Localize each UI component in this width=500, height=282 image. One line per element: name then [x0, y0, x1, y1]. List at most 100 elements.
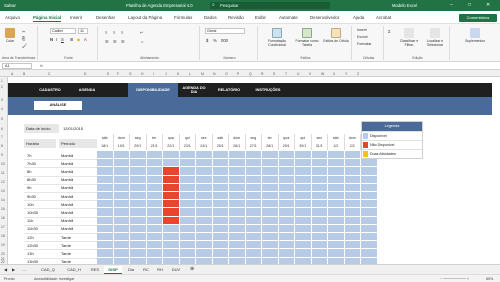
cut-icon[interactable]: ✂ [22, 29, 26, 34]
available-slot[interactable] [229, 192, 246, 201]
available-slot[interactable] [163, 159, 180, 168]
available-slot[interactable] [146, 208, 163, 217]
available-slot[interactable] [229, 241, 246, 250]
analise-tab[interactable]: ANÁLISE [34, 101, 82, 110]
available-slot[interactable] [361, 241, 378, 250]
underline-icon[interactable]: S [61, 37, 64, 42]
available-slot[interactable] [113, 208, 130, 217]
italic-icon[interactable]: I [56, 37, 57, 42]
available-slot[interactable] [113, 233, 130, 242]
nav-disponibilidade[interactable]: DISPONIBILIDADE [128, 83, 178, 97]
menu-inserir[interactable]: Inserir [70, 15, 82, 20]
column-header[interactable]: W [321, 72, 324, 76]
paste-button[interactable]: Colar [3, 28, 17, 43]
available-slot[interactable] [262, 151, 279, 160]
column-header[interactable]: V [309, 72, 311, 76]
available-slot[interactable] [146, 159, 163, 168]
wrap-text-icon[interactable]: ↵ [140, 30, 144, 35]
sheet-tab-rh[interactable]: RH [154, 266, 166, 274]
available-slot[interactable] [295, 216, 312, 225]
available-slot[interactable] [97, 183, 114, 192]
available-slot[interactable] [278, 216, 295, 225]
available-slot[interactable] [229, 233, 246, 242]
available-slot[interactable] [97, 159, 114, 168]
available-slot[interactable] [212, 200, 229, 209]
available-slot[interactable] [229, 151, 246, 160]
row-header[interactable]: 10 [1, 162, 5, 166]
period-cell[interactable]: Manhã [61, 169, 73, 174]
hour-cell[interactable]: 11h [27, 218, 33, 223]
name-box[interactable]: A1 [2, 63, 32, 69]
available-slot[interactable] [113, 167, 130, 176]
available-slot[interactable] [212, 167, 229, 176]
align-top-icon[interactable]: ≡ [105, 30, 107, 35]
available-slot[interactable] [344, 233, 361, 242]
available-slot[interactable] [130, 175, 147, 184]
unavailable-slot[interactable] [163, 200, 180, 209]
available-slot[interactable] [311, 192, 328, 201]
available-slot[interactable] [295, 151, 312, 160]
available-slot[interactable] [295, 249, 312, 258]
available-slot[interactable] [295, 192, 312, 201]
close-icon[interactable]: ✕ [486, 2, 490, 8]
available-slot[interactable] [196, 241, 213, 250]
hour-cell[interactable]: 12h30 [27, 243, 38, 248]
available-slot[interactable] [97, 216, 114, 225]
period-cell[interactable]: Manhã [61, 153, 73, 158]
available-slot[interactable] [311, 175, 328, 184]
nav-cadastro[interactable]: CADASTRO [32, 83, 68, 97]
available-slot[interactable] [146, 183, 163, 192]
align-right-icon[interactable]: ☰ [121, 39, 125, 44]
formula-input[interactable] [48, 63, 496, 69]
available-slot[interactable] [295, 233, 312, 242]
hour-cell[interactable]: 8h [27, 169, 31, 174]
row-header[interactable]: 9 [1, 153, 3, 157]
column-header[interactable]: Q [249, 72, 252, 76]
insert-cells-button[interactable]: Inserir [357, 28, 367, 32]
borders-icon[interactable]: ⊞ [70, 37, 74, 42]
available-slot[interactable] [361, 233, 378, 242]
available-slot[interactable] [311, 208, 328, 217]
menu-revisao[interactable]: Revisão [228, 15, 244, 20]
available-slot[interactable] [179, 167, 196, 176]
available-slot[interactable] [262, 183, 279, 192]
column-header[interactable]: L [189, 72, 191, 76]
available-slot[interactable] [328, 233, 345, 242]
available-slot[interactable] [113, 151, 130, 160]
available-slot[interactable] [328, 200, 345, 209]
available-slot[interactable] [245, 208, 262, 217]
available-slot[interactable] [130, 224, 147, 233]
column-header[interactable]: H [141, 72, 143, 76]
available-slot[interactable] [344, 167, 361, 176]
available-slot[interactable] [146, 216, 163, 225]
available-slot[interactable] [113, 241, 130, 250]
available-slot[interactable] [344, 249, 361, 258]
zoom-slider[interactable]: − ───────── + [440, 277, 469, 281]
available-slot[interactable] [130, 216, 147, 225]
available-slot[interactable] [311, 224, 328, 233]
available-slot[interactable] [229, 200, 246, 209]
available-slot[interactable] [179, 183, 196, 192]
column-header[interactable]: P [237, 72, 239, 76]
available-slot[interactable] [179, 208, 196, 217]
available-slot[interactable] [196, 200, 213, 209]
available-slot[interactable] [278, 249, 295, 258]
available-slot[interactable] [179, 200, 196, 209]
fill-color-icon[interactable]: ◆ [77, 37, 80, 42]
column-header[interactable]: O [225, 72, 228, 76]
available-slot[interactable] [212, 241, 229, 250]
available-slot[interactable] [212, 151, 229, 160]
available-slot[interactable] [361, 208, 378, 217]
available-slot[interactable] [130, 151, 147, 160]
available-slot[interactable] [212, 192, 229, 201]
row-header[interactable]: 13 [1, 189, 5, 193]
available-slot[interactable] [262, 216, 279, 225]
period-cell[interactable]: Manhã [61, 177, 73, 182]
row-header[interactable]: 7 [1, 135, 3, 139]
available-slot[interactable] [344, 208, 361, 217]
column-header[interactable]: J [165, 72, 167, 76]
menu-arquivo[interactable]: Arquivo [5, 15, 20, 20]
column-header[interactable]: Z [357, 72, 359, 76]
available-slot[interactable] [146, 151, 163, 160]
available-slot[interactable] [179, 249, 196, 258]
